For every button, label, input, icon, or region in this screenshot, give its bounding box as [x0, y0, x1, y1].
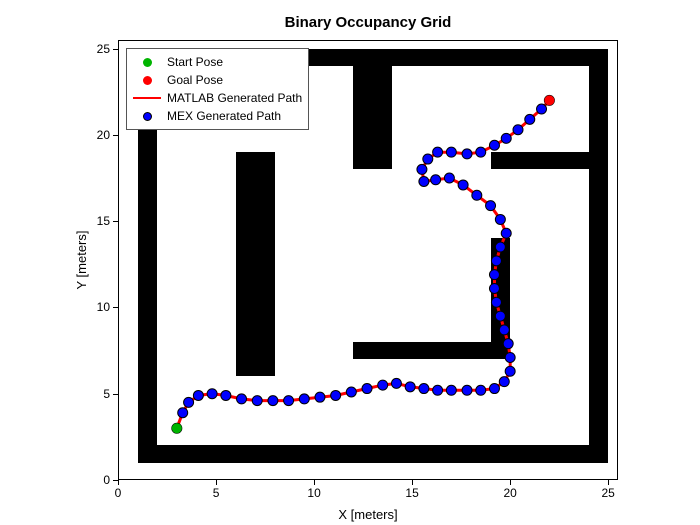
legend-entry-matlab: MATLAB Generated Path [133, 89, 302, 107]
y-tick: 10 [97, 300, 110, 314]
mex-point [433, 147, 443, 157]
mex-point [462, 149, 472, 159]
mex-point [362, 384, 372, 394]
mex-point [525, 114, 535, 124]
y-tick: 5 [103, 387, 110, 401]
y-tickmark [113, 307, 118, 308]
legend-label: Goal Pose [167, 73, 223, 87]
line-icon [133, 91, 161, 105]
figure: Binary Occupancy Grid Start Pose Goal Po… [0, 0, 700, 525]
mex-point [284, 396, 294, 406]
x-tickmark [314, 480, 315, 485]
mex-point [444, 173, 454, 183]
y-tickmark [113, 394, 118, 395]
mex-point [221, 390, 231, 400]
y-tick: 20 [97, 128, 110, 142]
legend-label: MEX Generated Path [167, 109, 281, 123]
legend-entry-goal: Goal Pose [133, 71, 302, 89]
mex-point [489, 384, 499, 394]
y-axis-label: Y [meters] [74, 230, 89, 289]
x-tick: 5 [213, 486, 220, 500]
x-tickmark [118, 480, 119, 485]
legend: Start Pose Goal Pose MATLAB Generated Pa… [126, 48, 309, 130]
mex-point [237, 394, 247, 404]
mex-point [476, 147, 486, 157]
mex-point [207, 389, 217, 399]
mex-point [423, 154, 433, 164]
axes: Binary Occupancy Grid Start Pose Goal Po… [118, 40, 618, 480]
mex-point [505, 352, 515, 362]
mex-point [446, 385, 456, 395]
x-tick: 20 [503, 486, 516, 500]
x-tick: 15 [405, 486, 418, 500]
mex-point [501, 228, 511, 238]
x-tick: 10 [307, 486, 320, 500]
mex-point [331, 390, 341, 400]
mex-point [193, 390, 203, 400]
mex-point [489, 140, 499, 150]
mex-point [252, 396, 262, 406]
mex-point [472, 190, 482, 200]
mex-point [184, 397, 194, 407]
x-tickmark [216, 480, 217, 485]
mex-point [299, 394, 309, 404]
mex-point [537, 104, 547, 114]
y-tickmark [113, 135, 118, 136]
mex-point [405, 382, 415, 392]
goal-pose [544, 95, 554, 105]
mex-point [458, 180, 468, 190]
start-pose [172, 423, 182, 433]
mex-point [501, 133, 511, 143]
mex-point [178, 408, 188, 418]
mex-point [489, 270, 499, 280]
y-tick: 15 [97, 214, 110, 228]
y-tickmark [113, 49, 118, 50]
mex-point [315, 392, 325, 402]
mex-point [476, 385, 486, 395]
mex-point [391, 378, 401, 388]
mex-point [462, 385, 472, 395]
x-tick: 25 [602, 486, 615, 500]
mex-point [446, 147, 456, 157]
mex-point [491, 297, 501, 307]
mex-point [495, 242, 505, 252]
mex-point [505, 366, 515, 376]
mex-point [431, 175, 441, 185]
mex-point [499, 325, 509, 335]
y-tickmark [113, 480, 118, 481]
mex-point [378, 380, 388, 390]
legend-entry-mex: MEX Generated Path [133, 107, 302, 125]
x-tick: 0 [115, 486, 122, 500]
mex-point [495, 311, 505, 321]
mex-point [417, 164, 427, 174]
mex-point [499, 377, 509, 387]
x-tickmark [608, 480, 609, 485]
mex-point [503, 339, 513, 349]
legend-label: MATLAB Generated Path [167, 91, 302, 105]
mex-point [346, 387, 356, 397]
mex-point [268, 396, 278, 406]
plot-title: Binary Occupancy Grid [118, 14, 618, 31]
legend-label: Start Pose [167, 55, 223, 69]
mex-point [486, 201, 496, 211]
mex-point [419, 176, 429, 186]
mex-point [491, 256, 501, 266]
y-tick: 25 [97, 42, 110, 56]
x-axis-label: X [meters] [118, 507, 618, 522]
y-tickmark [113, 221, 118, 222]
dot-icon [133, 55, 161, 69]
dot-icon [133, 109, 161, 123]
y-tick: 0 [103, 473, 110, 487]
x-tickmark [412, 480, 413, 485]
x-tickmark [510, 480, 511, 485]
legend-entry-start: Start Pose [133, 53, 302, 71]
mex-point [513, 125, 523, 135]
mex-point [495, 214, 505, 224]
mex-point [489, 283, 499, 293]
dot-icon [133, 73, 161, 87]
mex-point [419, 384, 429, 394]
mex-point [433, 385, 443, 395]
